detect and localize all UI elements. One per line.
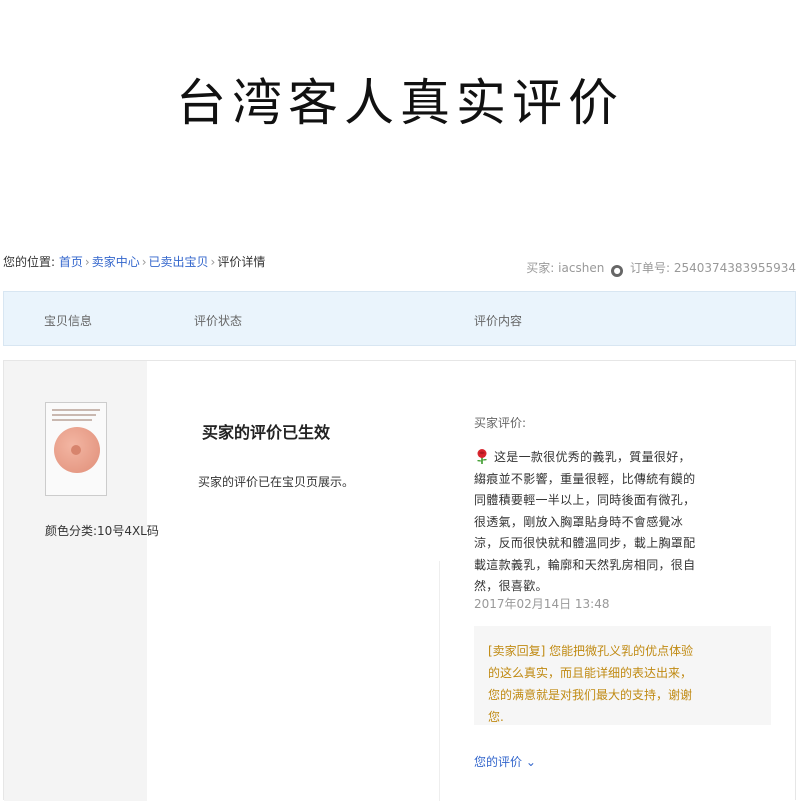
flower-icon: [477, 449, 487, 464]
buyer-label: 买家:: [526, 261, 555, 275]
buyer-name: iacshen: [558, 261, 605, 275]
review-status-note: 买家的评价已在宝贝页展示。: [198, 475, 355, 489]
item-variant: 颜色分类:10号4XL码: [45, 524, 159, 538]
review-row: 颜色分类:10号4XL码 买家的评价已生效 买家的评价已在宝贝页展示。 买家评价…: [3, 360, 796, 801]
chevron-down-icon: ⌄: [525, 755, 536, 769]
column-divider: [439, 561, 440, 801]
product-thumbnail[interactable]: [45, 402, 107, 496]
table-header: 宝贝信息 评价状态 评价内容: [3, 291, 796, 346]
breadcrumb-link-sold-items[interactable]: 已卖出宝贝: [149, 255, 209, 269]
buyer-review-label: 买家评价:: [474, 416, 527, 430]
review-status-title: 买家的评价已生效: [202, 423, 331, 442]
order-number: 2540374383955934: [673, 261, 796, 275]
breadcrumb-link-seller-center[interactable]: 卖家中心: [92, 255, 140, 269]
breadcrumb-separator: ›: [210, 255, 216, 269]
item-info-cell: 颜色分类:10号4XL码: [4, 361, 159, 801]
seller-reply-box: [卖家回复] 您能把微孔义乳的优点体验的这么真实，而且能详细的表达出来，您的满意…: [474, 626, 771, 725]
breadcrumb: 您的位置: 首页 › 卖家中心 › 已卖出宝贝 › 评价详情: [3, 250, 265, 274]
column-header-review-content: 评价内容: [474, 314, 523, 328]
order-number-label: 订单号:: [629, 261, 671, 275]
your-review-toggle[interactable]: 您的评价 ⌄: [474, 753, 536, 770]
buyer-review-text: 这是一款很优秀的義乳，質量很好，縐痕並不影響，重量很輕，比傳統有饃的同體積要輕一…: [474, 450, 696, 593]
column-header-review-status: 评价状态: [194, 314, 243, 328]
breadcrumb-link-home[interactable]: 首页: [59, 255, 83, 269]
breadcrumb-label: 您的位置:: [3, 255, 56, 269]
review-timestamp: 2017年02月14日 13:48: [474, 597, 610, 611]
breadcrumb-bar: 您的位置: 首页 › 卖家中心 › 已卖出宝贝 › 评价详情 买家: iacshen ● 订…: [0, 250, 800, 277]
breadcrumb-separator: ›: [84, 255, 90, 269]
breadcrumb-current: 评价详情: [217, 255, 266, 269]
order-meta: 买家: iacshen ● 订单号: 2540374383955934: [526, 256, 796, 280]
breadcrumb-separator: ›: [141, 255, 147, 269]
column-header-item-info: 宝贝信息: [44, 314, 93, 328]
wangwang-icon[interactable]: ●: [611, 265, 624, 277]
buyer-review: 这是一款很优秀的義乳，質量很好，縐痕並不影響，重量很輕，比傳統有饃的同體積要輕一…: [474, 447, 699, 598]
seller-reply-text: [卖家回复] 您能把微孔义乳的优点体验的这么真实，而且能详细的表达出来，您的满意…: [488, 644, 694, 724]
page-headline: 台湾客人真实评价: [176, 74, 624, 132]
your-review-label: 您的评价: [474, 755, 523, 769]
